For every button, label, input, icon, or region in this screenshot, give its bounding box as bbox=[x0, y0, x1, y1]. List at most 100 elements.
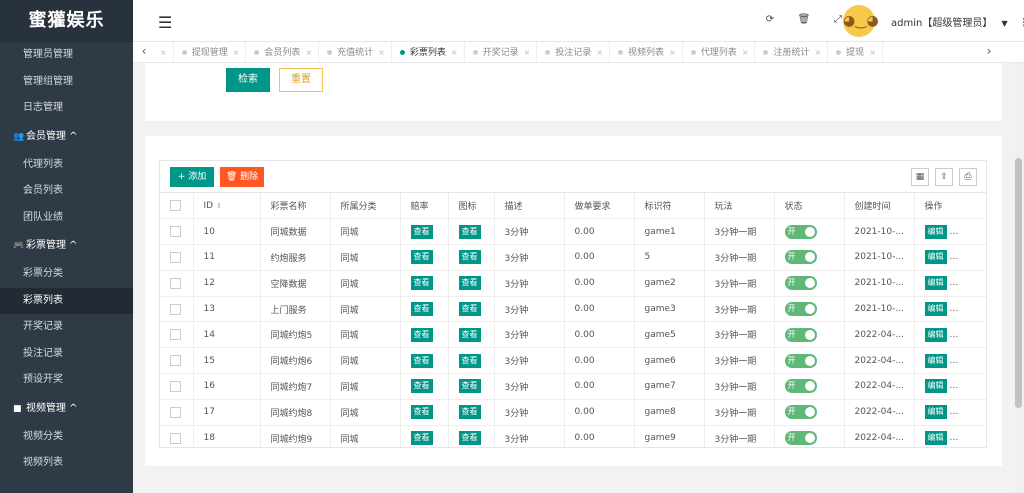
status-toggle[interactable]: 开 bbox=[784, 250, 817, 265]
row-checkbox[interactable] bbox=[170, 277, 181, 289]
sidebar-item[interactable]: 团队业绩 bbox=[0, 205, 133, 232]
edit-button[interactable]: 编辑 bbox=[924, 250, 947, 265]
tab[interactable]: 开奖记录 × bbox=[465, 42, 538, 62]
edit-button[interactable]: 编辑 bbox=[924, 353, 947, 368]
more-actions-icon[interactable]: … bbox=[947, 252, 958, 262]
delete-button[interactable]: 🗑 删除 bbox=[220, 167, 264, 187]
view-icon-button[interactable]: 查看 bbox=[458, 379, 481, 394]
edit-button[interactable]: 编辑 bbox=[924, 224, 947, 239]
close-icon[interactable]: × bbox=[814, 48, 821, 57]
more-actions-icon[interactable]: … bbox=[947, 304, 958, 314]
edit-button[interactable]: 编辑 bbox=[924, 405, 947, 420]
close-icon[interactable]: × bbox=[378, 48, 385, 57]
sidebar-item[interactable]: 开奖记录 bbox=[0, 314, 133, 341]
tab-next-icon[interactable]: › bbox=[978, 44, 1000, 58]
tab[interactable]: 视频列表 × bbox=[610, 42, 683, 62]
view-icon-button[interactable]: 查看 bbox=[458, 302, 481, 317]
add-button[interactable]: + 添加 bbox=[170, 167, 214, 187]
more-actions-icon[interactable]: … bbox=[947, 356, 958, 366]
view-odds-button[interactable]: 查看 bbox=[410, 353, 433, 368]
more-actions-icon[interactable]: … bbox=[947, 227, 958, 237]
view-odds-button[interactable]: 查看 bbox=[410, 431, 433, 446]
sidebar-item[interactable]: 代理列表 bbox=[0, 152, 133, 179]
sidebar-item[interactable]: 日志管理 bbox=[0, 95, 133, 122]
sidebar-item[interactable]: 彩票分类 bbox=[0, 261, 133, 288]
edit-button[interactable]: 编辑 bbox=[924, 276, 947, 291]
view-icon-button[interactable]: 查看 bbox=[458, 327, 481, 342]
tab[interactable]: 代理列表 × bbox=[683, 42, 756, 62]
view-icon-button[interactable]: 查看 bbox=[458, 353, 481, 368]
refresh-icon[interactable]: ⟳ bbox=[753, 14, 787, 25]
more-icon[interactable]: ⋮ bbox=[1019, 16, 1024, 29]
sidebar-item[interactable]: 管理员管理 bbox=[0, 42, 133, 69]
row-checkbox[interactable] bbox=[170, 251, 181, 263]
print-icon[interactable]: ⎙ bbox=[959, 168, 977, 186]
sidebar-item[interactable]: 管理组管理 bbox=[0, 69, 133, 96]
tab[interactable]: 投注记录 × bbox=[537, 42, 611, 62]
menu-fold-icon[interactable]: ☰ bbox=[158, 13, 172, 32]
view-odds-button[interactable]: 查看 bbox=[410, 276, 433, 291]
search-button[interactable]: 检索 bbox=[226, 68, 270, 92]
edit-button[interactable]: 编辑 bbox=[924, 302, 947, 317]
close-icon[interactable]: × bbox=[742, 48, 749, 57]
close-icon[interactable]: × bbox=[869, 48, 876, 57]
row-checkbox[interactable] bbox=[170, 406, 181, 418]
close-icon[interactable]: × bbox=[451, 48, 458, 57]
view-odds-button[interactable]: 查看 bbox=[410, 405, 433, 420]
sidebar-item[interactable]: 会员列表 bbox=[0, 178, 133, 205]
row-checkbox[interactable] bbox=[170, 226, 181, 238]
view-odds-button[interactable]: 查看 bbox=[410, 250, 433, 265]
scrollbar-thumb[interactable] bbox=[1015, 158, 1022, 408]
status-toggle[interactable]: 开 bbox=[784, 431, 817, 446]
status-toggle[interactable]: 开 bbox=[784, 302, 817, 317]
status-toggle[interactable]: 开 bbox=[784, 224, 817, 239]
close-icon[interactable]: × bbox=[233, 48, 240, 57]
more-actions-icon[interactable]: … bbox=[947, 381, 958, 391]
export-icon[interactable]: ⇪ bbox=[935, 168, 953, 186]
select-all-checkbox[interactable] bbox=[170, 200, 181, 212]
view-odds-button[interactable]: 查看 bbox=[410, 302, 433, 317]
sidebar-item[interactable]: 预设开奖 bbox=[0, 367, 133, 394]
tab-prev-icon[interactable]: ‹ bbox=[133, 44, 155, 58]
more-actions-icon[interactable]: … bbox=[947, 407, 958, 417]
status-toggle[interactable]: 开 bbox=[784, 276, 817, 291]
tab[interactable]: 提现 × bbox=[828, 42, 883, 62]
sidebar-item[interactable]: 视频分类 bbox=[0, 424, 133, 451]
tab[interactable]: × bbox=[155, 42, 174, 62]
view-icon-button[interactable]: 查看 bbox=[458, 276, 481, 291]
close-icon[interactable]: × bbox=[669, 48, 676, 57]
edit-button[interactable]: 编辑 bbox=[924, 327, 947, 342]
status-toggle[interactable]: 开 bbox=[784, 353, 817, 368]
sort-icon[interactable]: ⇕ bbox=[216, 202, 222, 210]
more-actions-icon[interactable]: … bbox=[947, 278, 958, 288]
columns-icon[interactable]: ▦ bbox=[911, 168, 929, 186]
more-actions-icon[interactable]: … bbox=[947, 433, 958, 443]
sidebar-group[interactable]: ■ 视频管理 ^ bbox=[0, 394, 133, 424]
view-icon-button[interactable]: 查看 bbox=[458, 224, 481, 239]
row-checkbox[interactable] bbox=[170, 303, 181, 315]
sidebar-item[interactable]: 投注记录 bbox=[0, 341, 133, 368]
sidebar-item[interactable]: 彩票列表 bbox=[0, 287, 133, 314]
tab[interactable]: 注册统计 × bbox=[755, 42, 829, 62]
trash-icon[interactable]: 🗑 bbox=[787, 14, 821, 25]
view-odds-button[interactable]: 查看 bbox=[410, 224, 433, 239]
close-icon[interactable]: × bbox=[524, 48, 531, 57]
close-icon[interactable]: × bbox=[160, 48, 167, 57]
row-checkbox[interactable] bbox=[170, 432, 181, 444]
status-toggle[interactable]: 开 bbox=[784, 405, 817, 420]
close-icon[interactable]: × bbox=[596, 48, 603, 57]
view-odds-button[interactable]: 查看 bbox=[410, 379, 433, 394]
row-checkbox[interactable] bbox=[170, 380, 181, 392]
tab[interactable]: 充值统计 × bbox=[319, 42, 392, 62]
tab[interactable]: 彩票列表 × bbox=[392, 42, 465, 62]
sidebar-group[interactable]: 🎮 彩票管理 ^ bbox=[0, 231, 133, 261]
view-icon-button[interactable]: 查看 bbox=[458, 431, 481, 446]
row-checkbox[interactable] bbox=[170, 329, 181, 341]
sidebar-item[interactable]: 视频列表 bbox=[0, 450, 133, 477]
tab[interactable]: 会员列表 × bbox=[246, 42, 320, 62]
status-toggle[interactable]: 开 bbox=[784, 379, 817, 394]
avatar[interactable]: ◕‿◕ bbox=[843, 5, 879, 37]
view-icon-button[interactable]: 查看 bbox=[458, 405, 481, 420]
page-scrollbar[interactable] bbox=[1013, 63, 1024, 493]
reset-button[interactable]: 重置 bbox=[279, 68, 323, 92]
